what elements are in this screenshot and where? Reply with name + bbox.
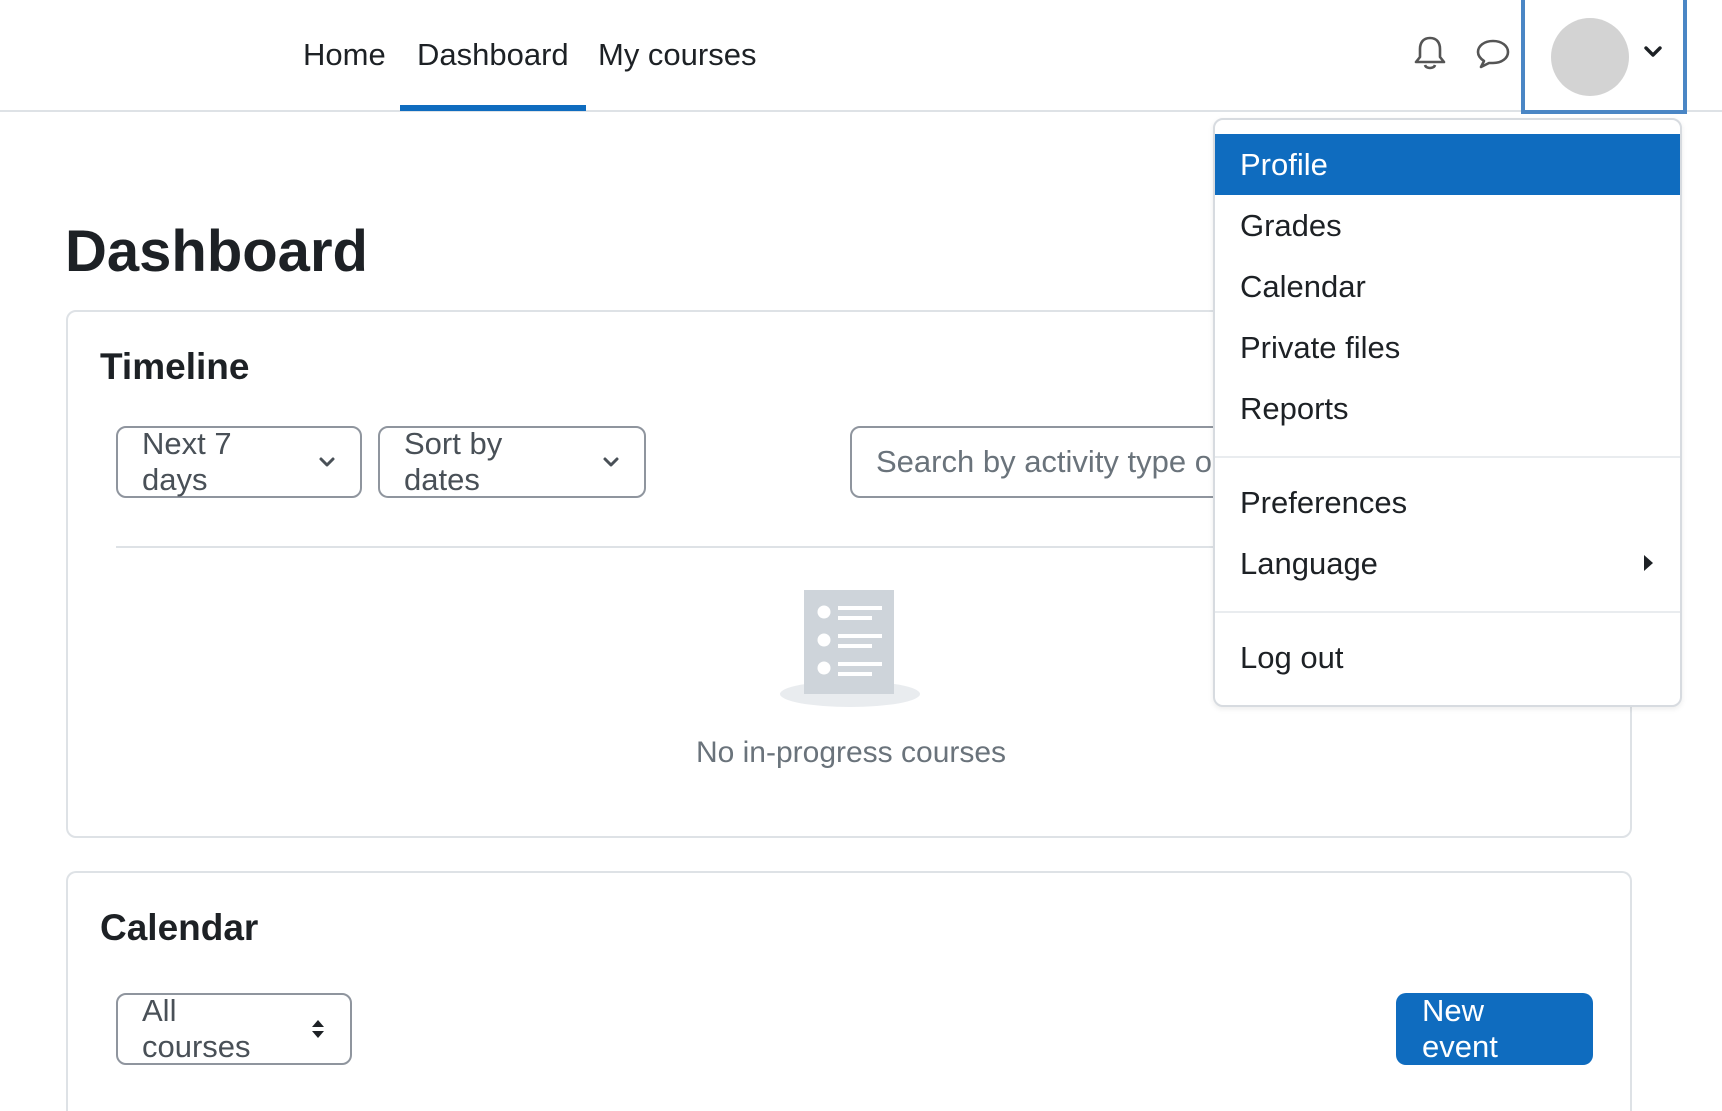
chevron-down-icon [602, 455, 620, 469]
day-filter-label: Next 7 days [142, 426, 232, 497]
menu-item-language-label: Language [1240, 545, 1378, 581]
calendar-card: Calendar All courses New event [66, 871, 1632, 1111]
day-filter-select[interactable]: Next 7 days [116, 426, 362, 498]
chevron-down-icon [1644, 46, 1662, 57]
user-menu-toggle[interactable] [1521, 0, 1687, 114]
menu-item-grades[interactable]: Grades [1215, 195, 1680, 256]
menu-item-language[interactable]: Language [1215, 533, 1680, 594]
page-title: Dashboard [65, 219, 368, 284]
nav-home-label: Home [303, 37, 386, 72]
user-dropdown-menu: Profile Grades Calendar Private files Re… [1213, 118, 1682, 707]
sort-updown-icon [310, 1018, 326, 1040]
menu-divider [1215, 611, 1680, 613]
sort-select[interactable]: Sort by dates [378, 426, 646, 498]
menu-item-profile[interactable]: Profile [1215, 134, 1680, 195]
calendar-title: Calendar [100, 907, 259, 948]
menu-item-reports[interactable]: Reports [1215, 378, 1680, 439]
menu-item-private-files[interactable]: Private files [1215, 317, 1680, 378]
chevron-down-icon [318, 455, 336, 469]
chat-bubble-icon [1476, 39, 1510, 69]
top-navbar: Home Dashboard My courses [0, 0, 1722, 114]
new-event-button[interactable]: New event [1396, 993, 1593, 1065]
menu-item-logout[interactable]: Log out [1215, 627, 1680, 688]
nav-my-courses[interactable]: My courses [581, 0, 773, 110]
caret-right-icon [1644, 555, 1653, 571]
course-select-label: All courses [142, 993, 251, 1064]
empty-message: No in-progress courses [695, 736, 1007, 769]
messages-button[interactable] [1470, 30, 1516, 76]
notifications-button[interactable] [1407, 30, 1453, 76]
nav-dashboard-label: Dashboard [417, 37, 569, 72]
nav-home[interactable]: Home [286, 0, 403, 110]
menu-item-calendar[interactable]: Calendar [1215, 256, 1680, 317]
timeline-title: Timeline [100, 346, 250, 387]
menu-item-preferences[interactable]: Preferences [1215, 472, 1680, 533]
course-select[interactable]: All courses [116, 993, 352, 1065]
menu-divider [1215, 456, 1680, 458]
sort-label: Sort by dates [404, 426, 503, 497]
avatar [1551, 18, 1629, 96]
empty-list-icon [780, 590, 920, 707]
bell-icon [1414, 36, 1446, 70]
nav-dashboard[interactable]: Dashboard [400, 0, 586, 111]
nav-my-courses-label: My courses [598, 37, 757, 72]
